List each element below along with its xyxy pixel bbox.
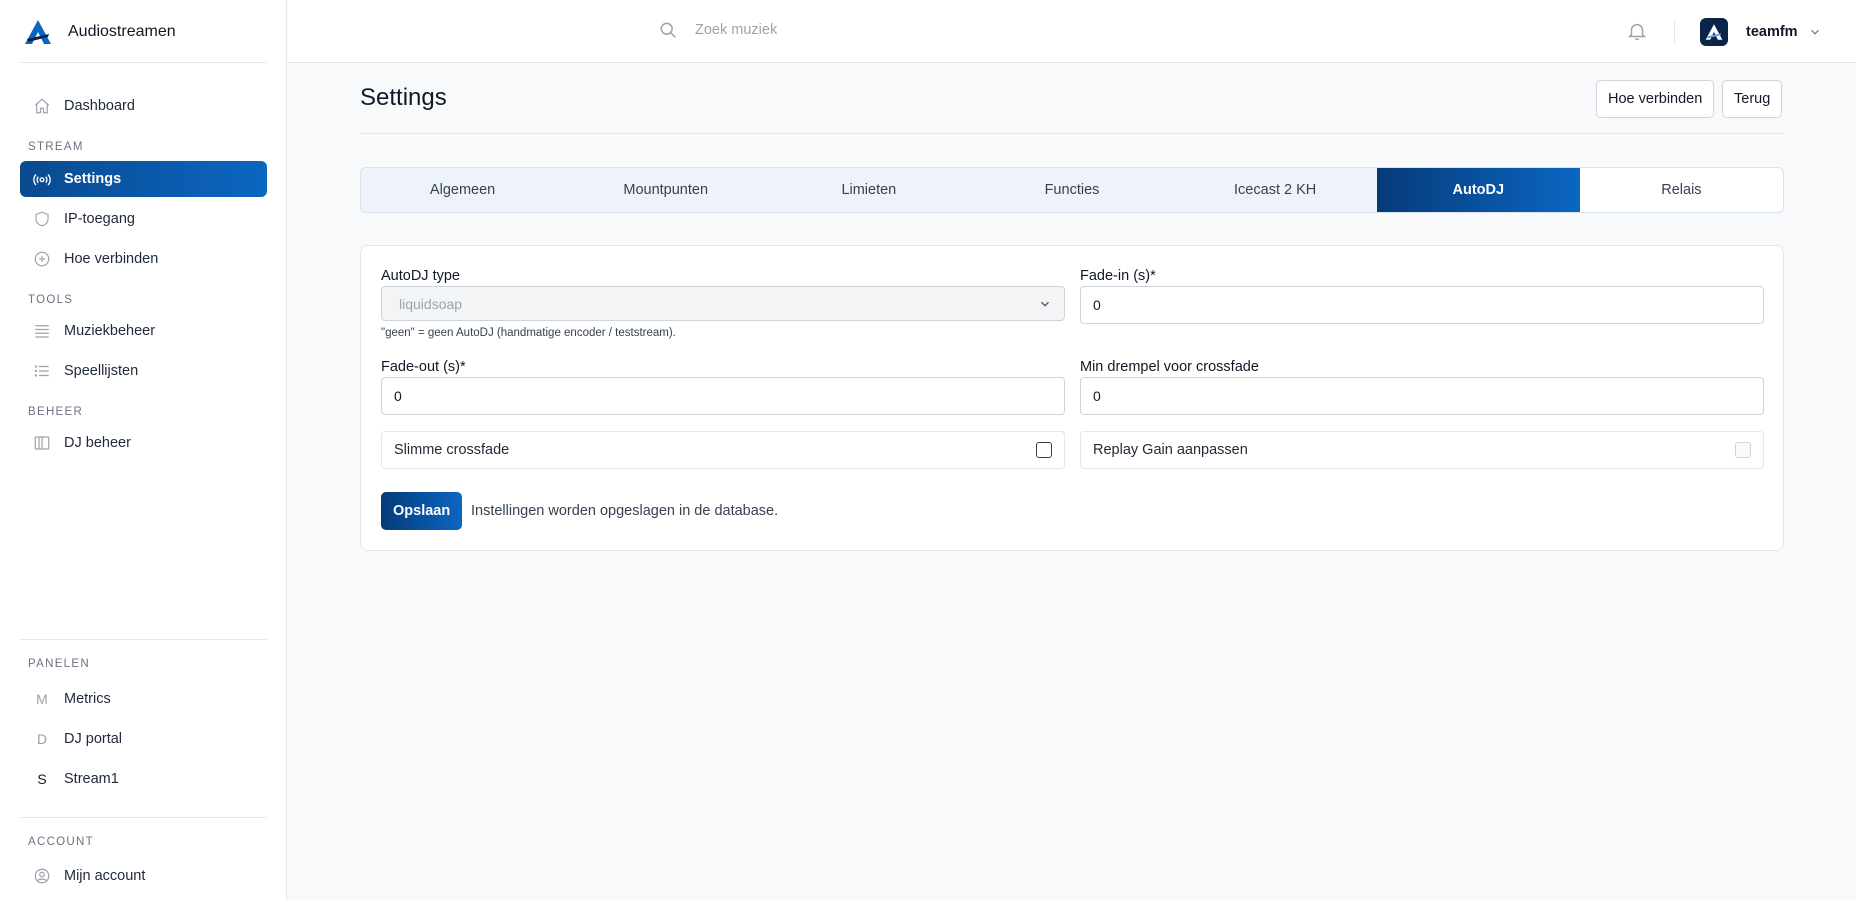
page-title: Settings xyxy=(360,84,447,111)
sidebar-item-label: Mijn account xyxy=(64,868,146,884)
sidebar-item-how-to-connect[interactable]: Hoe verbinden xyxy=(20,241,267,277)
broadcast-icon xyxy=(32,169,52,189)
sidebar: Audiostreamen Dashboard STREAM Settings … xyxy=(0,0,287,900)
save-note: Instellingen worden opgeslagen in de dat… xyxy=(471,503,779,519)
autodj-help-text: "geen" = geen AutoDJ (handmatige encoder… xyxy=(381,327,676,339)
playlist-icon xyxy=(32,361,52,381)
fade-in-label: Fade-in (s)* xyxy=(1080,268,1156,284)
sidebar-section-beheer: BEHEER xyxy=(28,406,84,418)
panel-letter: M xyxy=(36,691,48,707)
fade-out-input[interactable]: 0 xyxy=(381,377,1065,415)
autodj-type-value: liquidsoap xyxy=(399,295,463,312)
replay-gain-checkbox[interactable] xyxy=(1735,442,1751,458)
autodj-type-label: AutoDJ type xyxy=(381,268,460,284)
topbar: teamfm xyxy=(288,0,1856,63)
replay-gain-label: Replay Gain aanpassen xyxy=(1093,442,1248,458)
save-button[interactable]: Opslaan xyxy=(381,492,463,530)
sidebar-divider xyxy=(20,639,267,640)
brand-name: Audiostreamen xyxy=(68,23,176,40)
sidebar-item-stream1[interactable]: S Stream1 xyxy=(20,761,267,797)
sidebar-item-ip-access[interactable]: IP-toegang xyxy=(20,201,267,237)
back-button[interactable]: Terug xyxy=(1722,80,1783,118)
how-to-connect-button[interactable]: Hoe verbinden xyxy=(1596,80,1715,118)
brand-logo-icon xyxy=(25,20,51,44)
panel-letter: D xyxy=(36,731,48,747)
tab-functies[interactable]: Functies xyxy=(970,168,1173,212)
sidebar-item-label: Muziekbeheer xyxy=(64,323,156,339)
sidebar-item-label: Dashboard xyxy=(64,98,135,114)
replay-gain-toggle[interactable]: Replay Gain aanpassen xyxy=(1080,431,1764,469)
min-threshold-value: 0 xyxy=(1093,388,1101,404)
sidebar-item-music-management[interactable]: Muziekbeheer xyxy=(20,313,267,349)
sidebar-section-account: ACCOUNT xyxy=(28,836,94,848)
sidebar-item-label: DJ beheer xyxy=(64,435,131,451)
brand[interactable]: Audiostreamen xyxy=(24,18,176,46)
tab-autodj[interactable]: AutoDJ xyxy=(1376,168,1580,212)
columns-icon xyxy=(32,433,52,453)
chevron-down-icon xyxy=(1041,301,1049,307)
sidebar-item-my-account[interactable]: Mijn account xyxy=(20,858,267,894)
avatar-logo-icon xyxy=(1705,24,1723,40)
smart-crossfade-checkbox[interactable] xyxy=(1036,442,1052,458)
sidebar-section-tools: TOOLS xyxy=(28,294,74,306)
user-menu[interactable]: teamfm xyxy=(1700,18,1822,46)
sidebar-item-label: Metrics xyxy=(64,691,111,707)
autodj-type-select[interactable]: liquidsoap xyxy=(381,286,1065,321)
search-icon xyxy=(660,22,677,39)
username: teamfm xyxy=(1746,24,1798,40)
topbar-divider xyxy=(1674,20,1675,44)
settings-tabs: Algemeen Mountpunten Limieten Functies I… xyxy=(360,167,1784,213)
plus-circle-icon xyxy=(32,249,52,269)
smart-crossfade-toggle[interactable]: Slimme crossfade xyxy=(381,431,1065,469)
panel-letter: S xyxy=(37,771,47,787)
chevron-down-icon xyxy=(1810,29,1819,35)
sidebar-divider xyxy=(20,817,267,818)
sidebar-item-dj-management[interactable]: DJ beheer xyxy=(20,425,267,461)
tab-relais[interactable]: Relais xyxy=(1579,168,1783,212)
sidebar-section-panelen: PANELEN xyxy=(28,658,90,670)
sidebar-item-settings[interactable]: Settings xyxy=(20,161,267,197)
sidebar-item-label: IP-toegang xyxy=(64,211,135,227)
min-threshold-label: Min drempel voor crossfade xyxy=(1080,359,1259,375)
autodj-settings-card: AutoDJ type liquidsoap "geen" = geen Aut… xyxy=(360,245,1784,551)
user-circle-icon xyxy=(32,866,52,886)
sidebar-item-metrics[interactable]: M Metrics xyxy=(20,681,267,717)
tab-algemeen[interactable]: Algemeen xyxy=(361,168,564,212)
sidebar-item-label: Hoe verbinden xyxy=(64,251,159,267)
tab-limieten[interactable]: Limieten xyxy=(767,168,970,212)
sidebar-item-dashboard[interactable]: Dashboard xyxy=(20,88,267,124)
fade-out-value: 0 xyxy=(394,388,402,404)
fade-in-value: 0 xyxy=(1093,297,1101,313)
smart-crossfade-label: Slimme crossfade xyxy=(394,442,510,458)
header-divider xyxy=(360,133,1784,134)
fade-in-input[interactable]: 0 xyxy=(1080,286,1764,324)
sidebar-item-playlists[interactable]: Speellijsten xyxy=(20,353,267,389)
tab-icecast[interactable]: Icecast 2 KH xyxy=(1174,168,1377,212)
sidebar-divider xyxy=(20,62,267,63)
shield-icon xyxy=(32,209,52,229)
sidebar-section-stream: STREAM xyxy=(28,141,84,153)
sidebar-item-label: Stream1 xyxy=(64,771,119,787)
fade-out-label: Fade-out (s)* xyxy=(381,359,466,375)
list-icon xyxy=(32,321,52,341)
avatar xyxy=(1700,18,1728,46)
tab-mountpunten[interactable]: Mountpunten xyxy=(564,168,767,212)
sidebar-item-label: Speellijsten xyxy=(64,363,139,379)
sidebar-item-label: Settings xyxy=(64,171,122,187)
sidebar-item-dj-portal[interactable]: D DJ portal xyxy=(20,721,267,757)
min-threshold-input[interactable]: 0 xyxy=(1080,377,1764,415)
search-bar xyxy=(658,20,995,40)
search-input[interactable] xyxy=(695,22,995,38)
home-icon xyxy=(32,96,52,116)
sidebar-item-label: DJ portal xyxy=(64,731,123,747)
bell-icon[interactable] xyxy=(1626,20,1648,42)
